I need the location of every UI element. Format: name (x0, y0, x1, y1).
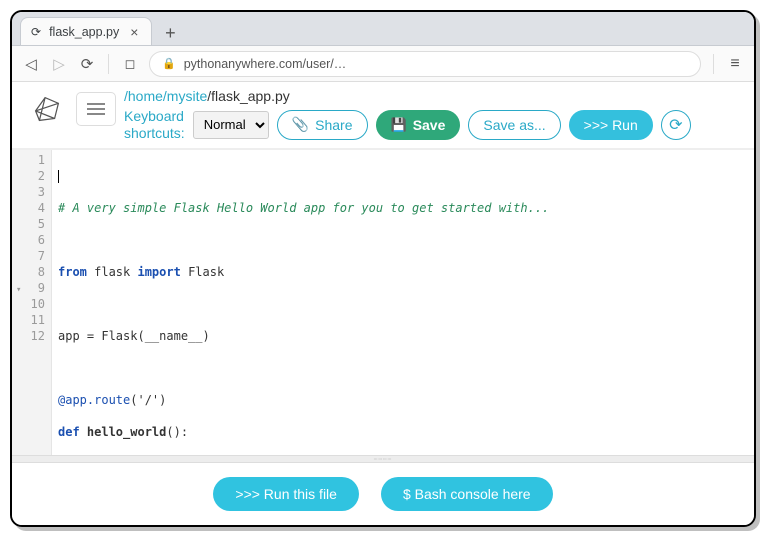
breadcrumb-mysite[interactable]: /mysite (163, 88, 207, 104)
line-number: ▾9 (18, 280, 45, 296)
editor-footer: >>> Run this file $ Bash console here (12, 463, 754, 525)
code-area[interactable]: # A very simple Flask Hello World app fo… (52, 150, 754, 455)
url-text: pythonanywhere.com/user/… (184, 57, 347, 71)
browser-tab-active[interactable]: ⟳ flask_app.py × (20, 17, 152, 45)
bash-console-button[interactable]: $ Bash console here (381, 477, 553, 511)
save-button[interactable]: 💾Save (376, 110, 461, 140)
address-bar[interactable]: 🔒 pythonanywhere.com/user/… (149, 51, 701, 77)
refresh-button[interactable]: ⟳ (661, 110, 691, 140)
nav-back-icon[interactable]: ◁ (22, 55, 40, 73)
toolbar-divider (713, 54, 714, 74)
line-number: 4 (18, 200, 45, 216)
site-logo[interactable] (26, 88, 68, 130)
breadcrumb-home[interactable]: /home (124, 88, 163, 104)
keyboard-shortcuts-label[interactable]: Keyboard shortcuts: (124, 108, 185, 142)
browser-tab-strip: ⟳ flask_app.py × + (12, 12, 754, 46)
line-number: 6 (18, 232, 45, 248)
page-content: /home/mysite/flask_app.py Keyboard short… (12, 82, 754, 525)
breadcrumb-file: /flask_app.py (207, 88, 290, 104)
editor-header: /home/mysite/flask_app.py Keyboard short… (12, 82, 754, 149)
code-editor[interactable]: 1 2 3 4 5 6 7 8 ▾9 10 11 12 # A very sim… (12, 149, 754, 455)
run-button[interactable]: >>> Run (569, 110, 653, 140)
line-number: 5 (18, 216, 45, 232)
line-number: 11 (18, 312, 45, 328)
lock-icon: 🔒 (162, 57, 176, 70)
new-tab-button[interactable]: + (158, 21, 182, 45)
line-number: 12 (18, 328, 45, 344)
line-number-gutter: 1 2 3 4 5 6 7 8 ▾9 10 11 12 (12, 150, 52, 455)
line-number: 3 (18, 184, 45, 200)
tab-close-icon[interactable]: × (127, 24, 141, 40)
share-button[interactable]: 📎Share (277, 110, 368, 140)
toolbar-divider (108, 54, 109, 74)
editor-mode-select[interactable]: Normal (193, 111, 269, 139)
run-this-file-button[interactable]: >>> Run this file (213, 477, 359, 511)
line-number: 10 (18, 296, 45, 312)
text-cursor (58, 170, 59, 183)
menu-toggle-button[interactable] (76, 92, 116, 126)
tab-title: flask_app.py (49, 25, 119, 39)
line-number: 2 (18, 168, 45, 184)
browser-menu-icon[interactable]: ≡ (726, 55, 744, 73)
paperclip-icon: 📎 (292, 116, 309, 133)
pane-resize-handle[interactable]: ┄┄┄┄ (12, 455, 754, 463)
editor-toolbar: Keyboard shortcuts: Normal 📎Share 💾 Save … (124, 108, 740, 142)
line-number: 8 (18, 264, 45, 280)
tab-favicon: ⟳ (31, 25, 41, 39)
nav-forward-icon: ▷ (50, 55, 68, 73)
save-icon: 💾 (391, 117, 407, 133)
breadcrumb: /home/mysite/flask_app.py (124, 88, 740, 104)
line-number: 1 (18, 152, 45, 168)
bookmark-icon[interactable]: ◻ (121, 56, 139, 72)
browser-window: ⟳ flask_app.py × + ◁ ▷ ⟳ ◻ 🔒 pythonanywh… (10, 10, 756, 527)
save-as-button[interactable]: Save as... (468, 110, 560, 140)
line-number: 7 (18, 248, 45, 264)
nav-reload-icon[interactable]: ⟳ (78, 55, 96, 73)
browser-toolbar: ◁ ▷ ⟳ ◻ 🔒 pythonanywhere.com/user/… ≡ (12, 46, 754, 82)
